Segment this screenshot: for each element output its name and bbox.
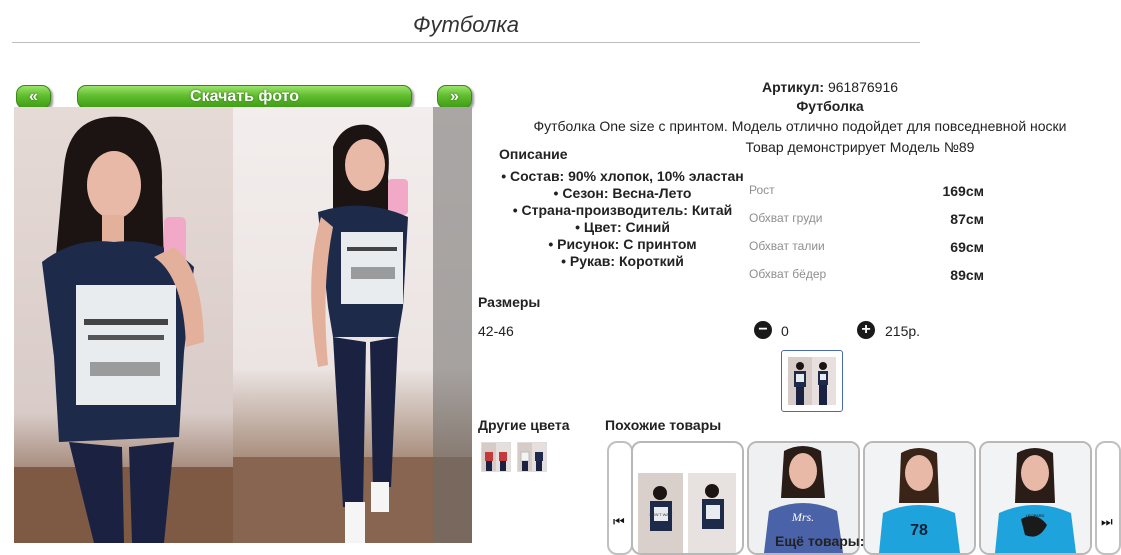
measure-value-hips: 89см — [950, 267, 984, 283]
color-option[interactable] — [517, 442, 547, 472]
quantity-value: 0 — [781, 323, 789, 339]
similar-product-card[interactable]: DON'T WAIT — [631, 441, 744, 555]
measure-value-waist: 69см — [950, 239, 984, 255]
prev-photo-button[interactable]: « — [16, 85, 51, 109]
model-line: Товар демонстрирует Модель №89 — [745, 139, 975, 155]
size-range: 42-46 — [478, 323, 514, 339]
increase-quantity-icon[interactable]: + — [857, 321, 875, 339]
photo-thumbnail[interactable] — [781, 350, 843, 412]
sizes-heading: Размеры — [478, 294, 541, 310]
article-value: 961876916 — [827, 79, 899, 95]
main-product-photo[interactable] — [14, 107, 472, 543]
skip-forward-icon: ⏭ — [1101, 514, 1113, 529]
next-photo-button[interactable]: » — [437, 85, 472, 109]
measure-label-height: Рост — [749, 183, 775, 197]
feature-item: Страна-производитель: Китай — [490, 202, 755, 219]
model-right-illustration — [233, 107, 472, 543]
measure-label-waist: Обхват талии — [749, 239, 825, 253]
carousel-prev-button[interactable]: ⏮ — [607, 441, 633, 555]
title-divider — [12, 42, 920, 43]
product-card-image: DON'T WAIT — [638, 473, 736, 553]
photo-right-pose — [233, 107, 472, 543]
price-value: 215р. — [885, 323, 921, 339]
article-line: Артикул: 961876916 — [640, 79, 1020, 95]
color-option-image — [485, 452, 507, 471]
measure-label-hips: Обхват бёдер — [749, 267, 827, 281]
photo-left-pose — [14, 107, 233, 543]
download-photo-button[interactable]: Скачать фото — [77, 85, 412, 109]
card-print-text: 78 — [910, 522, 928, 539]
feature-item: Цвет: Синий — [490, 219, 755, 236]
similar-products-heading: Похожие товары — [605, 417, 722, 433]
product-card-image: LEOPARD — [981, 443, 1090, 553]
feature-list: Состав: 90% хлопок, 10% эластан Сезон: В… — [490, 168, 755, 270]
feature-item: Сезон: Весна-Лето — [490, 185, 755, 202]
article-label: Артикул: — [761, 79, 825, 95]
other-colors-heading: Другие цвета — [478, 417, 570, 433]
measure-value-height: 169см — [942, 183, 984, 199]
product-name: Футболка — [796, 98, 864, 114]
product-card-image: 78 — [865, 443, 974, 553]
model-left-illustration — [14, 116, 233, 543]
similar-product-card[interactable]: LEOPARD — [979, 441, 1092, 555]
card-print-text: DON'T WAIT — [650, 512, 674, 517]
thumbnail-image — [788, 357, 836, 405]
product-description: Футболка One size с принтом. Модель отли… — [533, 118, 1067, 134]
feature-item: Состав: 90% хлопок, 10% эластан — [490, 168, 755, 185]
card-print-text: Mrs. — [791, 510, 814, 524]
similar-product-card[interactable]: 78 — [863, 441, 976, 555]
thumbnail-illustration — [794, 362, 828, 405]
feature-item: Рукав: Короткий — [490, 253, 755, 270]
color-option[interactable] — [481, 442, 511, 472]
page-title: Футболка — [413, 12, 519, 37]
decrease-quantity-icon[interactable]: − — [754, 321, 772, 339]
more-products-label: Ещё товары: — [775, 533, 865, 549]
card-print-text: LEOPARD — [1026, 513, 1045, 518]
skip-back-icon: ⏮ — [613, 514, 625, 529]
carousel-next-button[interactable]: ⏭ — [1095, 441, 1121, 555]
measure-value-chest: 87см — [950, 211, 984, 227]
color-option-image — [520, 451, 543, 471]
description-heading: Описание — [499, 146, 568, 162]
measure-label-chest: Обхват груди — [749, 211, 823, 225]
feature-item: Рисунок: С принтом — [490, 236, 755, 253]
